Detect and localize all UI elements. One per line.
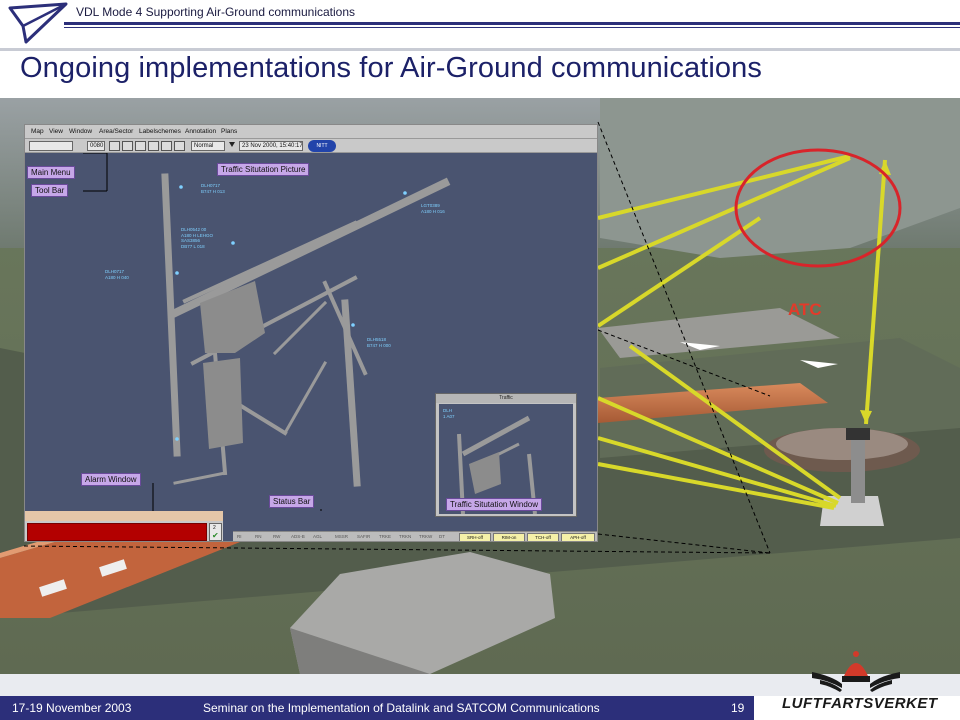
main-menu-bar: Map View Window Area/Sector Labelschemes… (25, 125, 597, 139)
page-number: 19 (731, 701, 745, 715)
status-toggle-rim[interactable]: RIM-on (493, 533, 525, 541)
status-toggle-tch[interactable]: TCH-off (527, 533, 559, 541)
aircraft-label[interactable]: DLH0717 B747 H 013 (201, 183, 225, 194)
slide-header: VDL Mode 4 Supporting Air-Ground communi… (0, 0, 960, 48)
traffic-picture-callout: Traffic Situtation Picture (217, 163, 310, 176)
status-toggle-aph[interactable]: APH-off (561, 533, 595, 541)
status-item[interactable]: MSSR (335, 534, 348, 539)
status-item[interactable]: RW (273, 534, 280, 539)
menu-view[interactable]: View (49, 128, 63, 135)
status-item[interactable]: TRKW (419, 534, 432, 539)
aircraft-target[interactable] (351, 323, 355, 327)
status-item[interactable]: ADS-B (291, 534, 305, 539)
ruler-icon[interactable] (174, 141, 185, 151)
aircraft-target[interactable] (179, 185, 183, 189)
aircraft-label[interactable]: DLH0717 A180 H 040 (105, 269, 129, 280)
aircraft-target[interactable] (403, 191, 407, 195)
footer-seminar-title: Seminar on the Implementation of Datalin… (203, 701, 600, 715)
status-bar-callout: Status Bar (269, 495, 315, 508)
status-item[interactable]: DT (439, 534, 445, 539)
status-bar: RI RN RW ADS-B AGL MSSR SAFIR TRKE TRKN … (233, 531, 597, 541)
menu-area-sector[interactable]: Area/Sector (99, 128, 133, 135)
control-tower-shaft (851, 438, 865, 503)
mode-select[interactable]: Normal (191, 141, 225, 151)
alarm-window-header (25, 511, 223, 521)
atc-label: ATC (788, 300, 822, 319)
terminal-area (469, 452, 501, 494)
datetime-display: 23 Nov 2000, 15:40:17 (239, 141, 303, 151)
main-menu-callout: Main Menu (27, 166, 75, 179)
traffic-window-callout: Traffic Situtation Window (446, 498, 543, 511)
traffic-window-aircraft-label[interactable]: DLH 1 A07 (443, 408, 455, 419)
menu-annotation[interactable]: Annotation (185, 128, 216, 135)
status-item[interactable]: SAFIR (357, 534, 370, 539)
chevron-down-icon[interactable] (229, 142, 235, 147)
menu-plans[interactable]: Plans (221, 128, 237, 135)
pen-icon[interactable] (148, 141, 159, 151)
aircraft-target[interactable] (175, 437, 179, 441)
aircraft-label[interactable]: DLH0542 00 A180 H LEHGO SAS3856 DB77 L 0… (181, 227, 213, 249)
status-item[interactable]: TRKE (379, 534, 391, 539)
taxiway (322, 280, 368, 376)
checkmark-icon: ✔ (212, 531, 219, 540)
alarm-acknowledge-button[interactable]: 2 ✔ (209, 523, 222, 541)
text-icon[interactable] (161, 141, 172, 151)
range-value[interactable]: 0080 (87, 141, 105, 151)
slide-title: Ongoing implementations for Air-Ground c… (20, 52, 762, 84)
alarm-window: 2 ✔ (25, 511, 223, 541)
aircraft-label[interactable]: LGT0389 A180 H 016 (421, 203, 445, 214)
header-divider-thin (64, 27, 960, 28)
status-item[interactable]: RN (255, 534, 262, 539)
aircraft-target[interactable] (175, 271, 179, 275)
paper-plane-icon (8, 2, 68, 44)
alarm-list[interactable] (27, 523, 207, 541)
crosshair-icon[interactable] (135, 141, 146, 151)
control-tower-cab (846, 428, 870, 440)
header-divider (64, 22, 960, 25)
aircraft-label[interactable]: DLH5518 B747 H 000 (367, 337, 391, 348)
range-slider[interactable] (29, 141, 73, 151)
crown-wings-logo-icon (812, 651, 900, 692)
taxiway (173, 471, 227, 485)
header-band (0, 48, 960, 51)
footer-date: 17-19 November 2003 (12, 701, 132, 715)
taxiway (272, 300, 328, 356)
status-item[interactable]: RI (237, 534, 242, 539)
agency-wordmark: LUFTFARTSVERKET (782, 695, 938, 712)
runway-diagonal (169, 177, 451, 319)
menu-labelschemes[interactable]: Labelschemes (139, 128, 181, 135)
tool-bar: 0080 Normal 23 Nov 2000, 15:40:17 NITT (25, 139, 597, 153)
menu-map[interactable]: Map (31, 128, 44, 135)
status-toggle-srh[interactable]: SRH-off (459, 533, 491, 541)
tool-bar-callout: Tool Bar (31, 184, 69, 197)
runway (461, 415, 531, 457)
taxiway (282, 360, 328, 436)
zoom-icon[interactable] (109, 141, 120, 151)
status-item[interactable]: TRKN (399, 534, 411, 539)
traffic-window-title[interactable]: Traffic (436, 394, 576, 403)
traffic-situation-window[interactable]: Traffic DLH 1 A07 Traffic Situtation Win… (435, 393, 577, 517)
menu-window[interactable]: Window (69, 128, 92, 135)
alarm-window-callout: Alarm Window (81, 473, 141, 486)
control-tower-base-top (776, 428, 908, 460)
window-icon[interactable] (122, 141, 133, 151)
nitt-logo: NITT (308, 140, 336, 152)
status-item[interactable]: AGL (313, 534, 322, 539)
slide-topic: VDL Mode 4 Supporting Air-Ground communi… (76, 5, 356, 19)
aircraft-target[interactable] (231, 241, 235, 245)
atc-display-screenshot: Map View Window Area/Sector Labelschemes… (24, 124, 598, 542)
apron-area (203, 358, 243, 449)
